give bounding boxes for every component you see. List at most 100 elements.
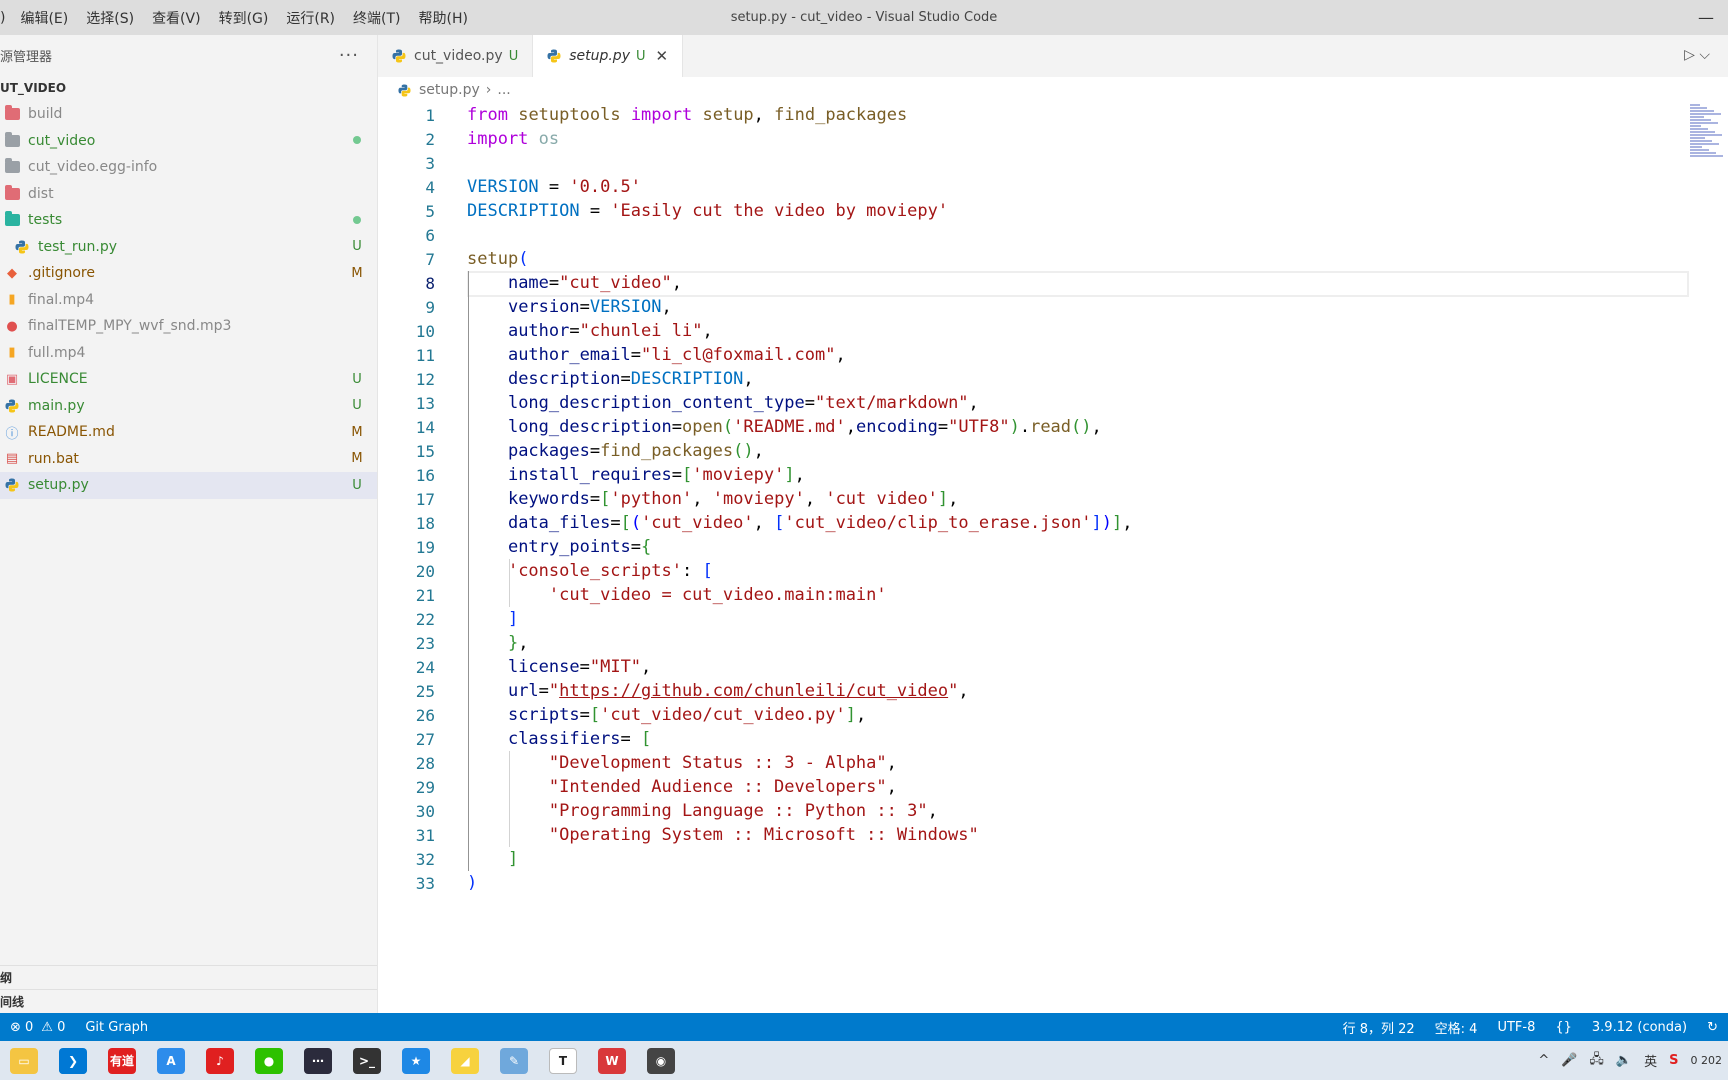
menu-item[interactable]: )	[0, 0, 11, 35]
netease-music-icon[interactable]: ♪	[206, 1047, 234, 1074]
tree-item[interactable]: main.py U	[0, 393, 377, 420]
python-interpreter[interactable]: 3.9.12 (conda)	[1582, 1020, 1697, 1035]
line-number: 2	[425, 129, 435, 149]
tree-item[interactable]: ◆ .gitignore M	[0, 260, 377, 287]
code-token: (	[722, 417, 734, 437]
outline-section[interactable]: 纲	[0, 965, 377, 989]
tree-item[interactable]: ⓘ README.md M	[0, 419, 377, 446]
timeline-section[interactable]: 间线	[0, 989, 377, 1013]
code-token: ,	[753, 441, 764, 461]
terminal-file-icon: ▤	[5, 451, 19, 467]
modified-dot-icon	[345, 133, 369, 148]
network-icon[interactable]: 🖧	[1589, 1050, 1604, 1072]
code-line: 10 author="chunlei li",	[378, 319, 1690, 343]
minimap[interactable]	[1690, 103, 1728, 173]
line-number: 6	[425, 225, 435, 245]
breadcrumb-file[interactable]: setup.py	[419, 82, 480, 98]
translate-icon[interactable]: A	[157, 1047, 185, 1074]
indent-guide	[509, 559, 510, 607]
python-logo	[5, 478, 19, 492]
tree-item[interactable]: ▤ run.bat M	[0, 446, 377, 473]
code-token: ,	[753, 513, 775, 533]
braces-icon[interactable]: {}	[1545, 1020, 1582, 1035]
tree-item[interactable]: ▣ LICENCE U	[0, 366, 377, 393]
line-number: 32	[415, 849, 435, 869]
tree-item[interactable]: cut_video	[0, 128, 377, 155]
menu-item[interactable]: 转到(G)	[210, 0, 278, 35]
status-dot	[353, 215, 361, 224]
tree-item[interactable]: ▮ final.mp4	[0, 287, 377, 314]
code-token: ,	[968, 393, 979, 413]
breadcrumb-symbol[interactable]: ...	[497, 82, 510, 98]
code-token: 'cut_video/cut_video.py'	[600, 705, 846, 725]
menu-item[interactable]: 选择(S)	[77, 0, 143, 35]
code-token: :	[681, 561, 703, 581]
sync-icon[interactable]: ↻	[1697, 1020, 1728, 1035]
tab-cut-video-py[interactable]: cut_video.py U	[378, 35, 534, 77]
more-actions-icon[interactable]: ···	[339, 45, 359, 66]
tree-item[interactable]: build	[0, 101, 377, 128]
code-token: "Intended Audience :: Developers"	[548, 777, 887, 797]
minimize-button[interactable]: —	[1698, 8, 1714, 27]
menu-item[interactable]: 运行(R)	[277, 0, 344, 35]
close-icon[interactable]: ✕	[656, 47, 669, 65]
code-token: author	[507, 321, 570, 341]
problems-status[interactable]: ⊗ 0 ⚠ 0	[0, 1020, 75, 1035]
tree-item[interactable]: ▮ full.mp4	[0, 340, 377, 367]
cursor-position[interactable]: 行 8，列 22	[1333, 1018, 1425, 1037]
indentation[interactable]: 空格: 4	[1425, 1018, 1488, 1037]
line-number: 1	[425, 105, 435, 125]
menu-item[interactable]: 查看(V)	[143, 0, 210, 35]
code-text: ]	[467, 609, 518, 629]
tree-item[interactable]: cut_video.egg-info	[0, 154, 377, 181]
wechat-icon[interactable]: ●	[255, 1047, 283, 1074]
typora-icon[interactable]: T	[549, 1047, 577, 1074]
wps-icon[interactable]: W	[598, 1047, 626, 1074]
explorer-title: 源管理器	[0, 49, 53, 65]
youdao-icon[interactable]: 有道	[108, 1047, 136, 1074]
git-graph-button[interactable]: Git Graph	[75, 1020, 158, 1035]
tab-label: cut_video.py	[414, 48, 503, 64]
minimap-line	[1690, 143, 1719, 145]
menu-item[interactable]: 编辑(E)	[11, 0, 77, 35]
pen-app-icon[interactable]: ✎	[500, 1047, 528, 1074]
terminal-dark-icon[interactable]: ⋯	[304, 1047, 332, 1074]
code-token: ,	[743, 369, 754, 389]
line-number: 22	[415, 609, 435, 629]
sidebar-bottom-sections: 纲 间线	[0, 965, 377, 1013]
tree-item[interactable]: ● finalTEMP_MPY_wvf_snd.mp3	[0, 313, 377, 340]
file-encoding[interactable]: UTF-8	[1487, 1020, 1545, 1035]
cmd-icon[interactable]: >_	[353, 1047, 381, 1074]
code-text: description=DESCRIPTION,	[467, 369, 754, 389]
code-text: },	[467, 633, 529, 653]
tree-item[interactable]: tests	[0, 207, 377, 234]
code-token[interactable]: https://github.com/chunleili/cut_video	[559, 681, 948, 701]
show-hidden-icons-icon[interactable]: ^	[1538, 1053, 1549, 1068]
tab-setup-py[interactable]: setup.py U ✕	[533, 35, 684, 77]
star-app-icon[interactable]: ★	[402, 1047, 430, 1074]
input-method-indicator[interactable]: 英	[1644, 1051, 1657, 1070]
menu-item[interactable]: 帮助(H)	[410, 0, 477, 35]
microphone-icon[interactable]: 🎤	[1561, 1053, 1577, 1068]
code-text: setup(	[467, 249, 528, 269]
sogou-ime-icon[interactable]: S	[1669, 1053, 1678, 1068]
code-token: ,	[702, 321, 713, 341]
obs-icon[interactable]: ◉	[647, 1047, 675, 1074]
sticky-notes-icon[interactable]: ◢	[451, 1047, 479, 1074]
taskbar-clock[interactable]: 0 202	[1691, 1054, 1723, 1067]
minimap-line	[1690, 131, 1715, 133]
tree-item[interactable]: setup.py U	[0, 472, 377, 499]
code-editor[interactable]: 1 from setuptools import setup, find_pack…	[378, 103, 1690, 1013]
code-token: ,	[835, 345, 846, 365]
code-token: data_files	[507, 513, 611, 533]
vscode-icon[interactable]: ❯	[59, 1047, 87, 1074]
workspace-root-folder[interactable]: UT_VIDEO	[0, 75, 377, 101]
file-explorer-icon[interactable]: ▭	[10, 1047, 38, 1074]
volume-icon[interactable]: 🔈	[1616, 1053, 1632, 1068]
tree-item[interactable]: test_run.py U	[0, 234, 377, 261]
menu-item[interactable]: 终端(T)	[344, 0, 409, 35]
code-text: scripts=['cut_video/cut_video.py'],	[467, 705, 866, 725]
tree-item[interactable]: dist	[0, 181, 377, 208]
status-right: 行 8，列 22 空格: 4 UTF-8 {} 3.9.12 (conda) ↻	[1333, 1018, 1728, 1037]
run-python-file-icon[interactable]: ▷ ⌵	[1684, 47, 1710, 63]
